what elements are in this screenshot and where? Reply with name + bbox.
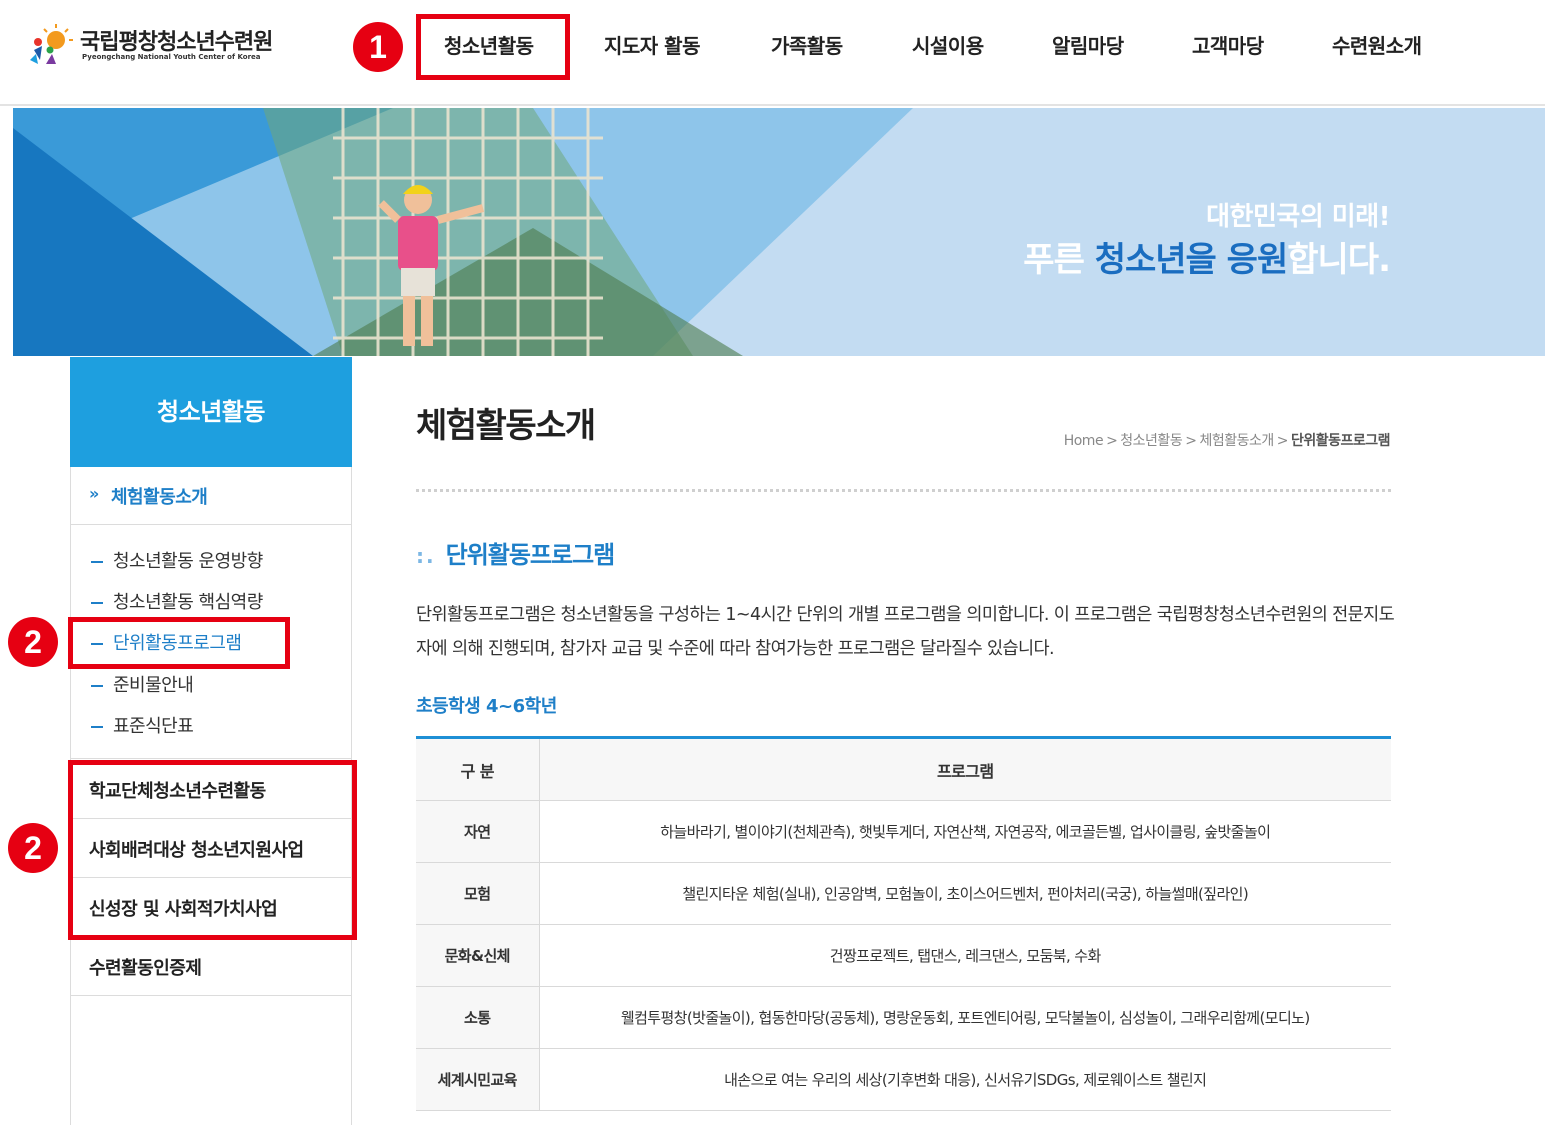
section-title-text: 단위활동프로그램	[445, 541, 616, 569]
sidebar-item-label: 수련활동인증제	[89, 958, 202, 979]
submenu-label: 표준식단표	[113, 716, 194, 737]
gnb-leader-activity[interactable]: 지도자 활동	[604, 30, 700, 66]
submenu-label: 준비물안내	[113, 675, 194, 696]
breadcrumb-level2[interactable]: 체험활동소개	[1199, 433, 1274, 449]
breadcrumb-sep-icon: >	[1185, 433, 1197, 449]
dash-icon	[91, 726, 103, 728]
banner-slogan: 푸른 청소년을 응원합니다.	[1023, 232, 1391, 281]
dash-icon	[91, 685, 103, 687]
sidebar-active-label: 체험활동소개	[111, 487, 208, 508]
gnb-about[interactable]: 수련원소개	[1332, 30, 1422, 66]
table-row: 모험 챌린지타운 체험(실내), 인공암벽, 모험놀이, 초이스어드벤처, 펀아처…	[416, 862, 1391, 925]
breadcrumb-home[interactable]: Home	[1064, 433, 1104, 449]
annotation-box-gnb	[416, 14, 570, 80]
breadcrumb: Home > 청소년활동 > 체험활동소개 > 단위활동프로그램	[1064, 430, 1391, 450]
table-header-category: 구 분	[416, 736, 540, 801]
table-cell-programs: 웰컴투평창(밧줄놀이), 협동한마당(공동체), 명랑운동회, 포트엔티어링, …	[539, 986, 1391, 1049]
hero-banner: 대한민국의 미래! 푸른 청소년을 응원합니다.	[13, 108, 1545, 356]
submenu-item-menu[interactable]: 표준식단표	[91, 712, 194, 740]
title-divider	[416, 489, 1391, 492]
table-cell-programs: 하늘바라기, 별이야기(천체관측), 햇빛투게더, 자연산책, 자연공작, 에코…	[539, 800, 1391, 863]
table-cell-programs: 챌린지타운 체험(실내), 인공암벽, 모험놀이, 초이스어드벤처, 펀아처리(…	[539, 862, 1391, 925]
section-description: 단위활동프로그램은 청소년활동을 구성하는 1~4시간 단위의 개별 프로그램을…	[416, 605, 1395, 659]
breadcrumb-level1[interactable]: 청소년활동	[1120, 433, 1182, 449]
submenu-label: 청소년활동 운영방향	[113, 551, 263, 572]
program-table: 구 분 프로그램 자연 하늘바라기, 별이야기(천체관측), 햇빛투게더, 자연산…	[416, 736, 1391, 1111]
table-row: 소통 웰컴투평창(밧줄놀이), 협동한마당(공동체), 명랑운동회, 포트엔티어링…	[416, 986, 1391, 1049]
breadcrumb-sep-icon: >	[1276, 433, 1289, 449]
header-divider	[0, 104, 1545, 106]
table-cell-category: 자연	[416, 800, 540, 863]
annotation-badge-2b: 2	[8, 823, 58, 873]
annotation-box-submenu	[68, 617, 290, 669]
chevron-right-icon: »	[89, 484, 100, 503]
table-cell-category: 세계시민교육	[416, 1048, 540, 1111]
table-header-program: 프로그램	[539, 736, 1391, 801]
banner-headline: 대한민국의 미래!	[1206, 202, 1390, 232]
gnb-family-activity[interactable]: 가족활동	[771, 30, 843, 66]
gnb-facility[interactable]: 시설이용	[912, 30, 984, 66]
table-cell-category: 모험	[416, 862, 540, 925]
table-row: 자연 하늘바라기, 별이야기(천체관측), 햇빛투게더, 자연산책, 자연공작, …	[416, 800, 1391, 863]
submenu-label: 청소년활동 핵심역량	[113, 592, 263, 613]
annotation-box-sidebar-items	[68, 760, 357, 940]
gnb-customer[interactable]: 고객마당	[1192, 30, 1264, 66]
table-row: 문화&신체 건짱프로젝트, 탭댄스, 레크댄스, 모둠북, 수화	[416, 924, 1391, 987]
sidebar-title: 청소년활동	[70, 357, 352, 467]
global-nav: 청소년활동 지도자 활동 가족활동 시설이용 알림마당 고객마당 수련원소개	[0, 0, 1545, 100]
sidebar-item-certification[interactable]: 수련활동인증제	[71, 937, 351, 996]
submenu-item-competency[interactable]: 청소년활동 핵심역량	[91, 588, 263, 616]
gnb-notice[interactable]: 알림마당	[1052, 30, 1124, 66]
table-cell-programs: 내손으로 여는 우리의 세상(기후변화 대응), 신서유기SDGs, 제로웨이스…	[539, 1048, 1391, 1111]
section-title: :. 단위활동프로그램	[416, 535, 616, 570]
banner-slogan-c: 합니다.	[1287, 240, 1391, 280]
breadcrumb-sep-icon: >	[1106, 433, 1118, 449]
banner-slogan-highlight: 청소년을 응원	[1094, 240, 1289, 280]
table-cell-category: 문화&신체	[416, 924, 540, 987]
page-title: 체험활동소개	[416, 406, 596, 446]
annotation-badge-2a: 2	[8, 617, 58, 667]
table-header-row: 구 분 프로그램	[416, 736, 1391, 801]
submenu-item-supplies[interactable]: 준비물안내	[91, 671, 194, 699]
table-row: 세계시민교육 내손으로 여는 우리의 세상(기후변화 대응), 신서유기SDGs,…	[416, 1048, 1391, 1111]
sidebar-item-experience-intro[interactable]: » 체험활동소개	[71, 467, 351, 525]
annotation-badge-1: 1	[353, 22, 403, 72]
dash-icon	[91, 561, 103, 563]
submenu-item-operation[interactable]: 청소년활동 운영방향	[91, 547, 263, 575]
grade-heading: 초등학생 4~6학년	[416, 696, 557, 717]
breadcrumb-current: 단위활동프로그램	[1290, 433, 1391, 449]
section-dots-icon: :.	[416, 544, 436, 568]
table-cell-category: 소통	[416, 986, 540, 1049]
table-cell-programs: 건짱프로젝트, 탭댄스, 레크댄스, 모둠북, 수화	[539, 924, 1391, 987]
banner-slogan-a: 푸른	[1023, 240, 1095, 280]
dash-icon	[91, 602, 103, 604]
